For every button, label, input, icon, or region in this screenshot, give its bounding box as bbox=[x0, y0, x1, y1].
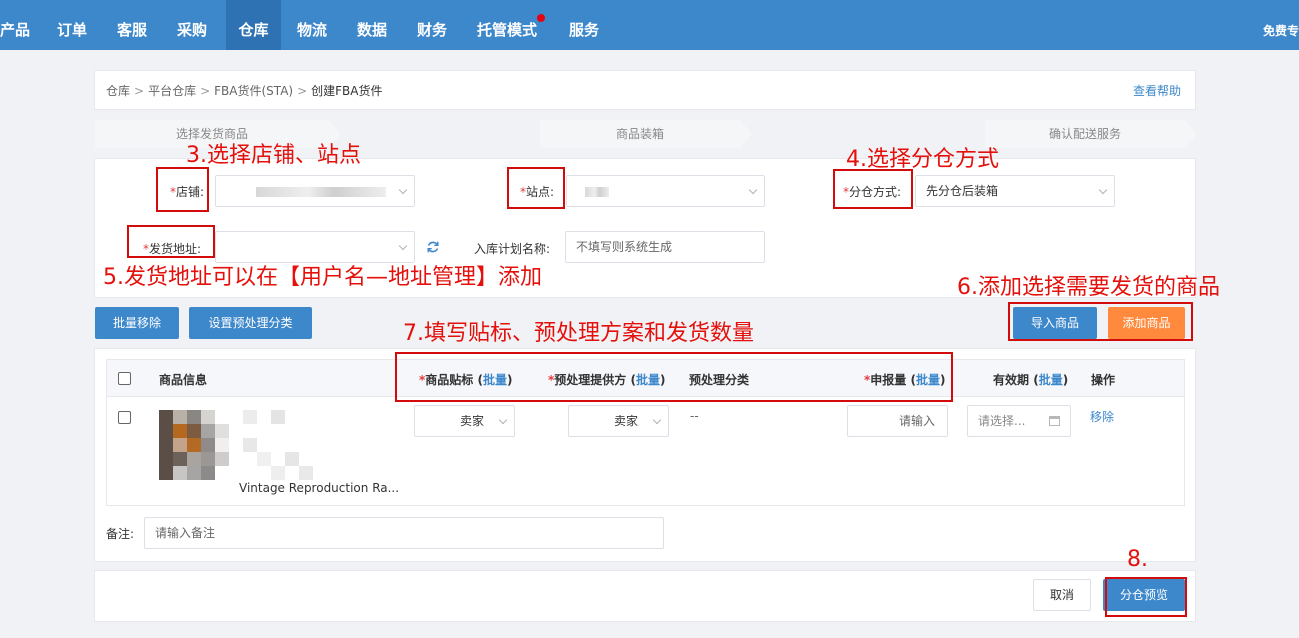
annotation-step-7: 7.填写贴标、预处理方案和发货数量 bbox=[403, 321, 754, 346]
breadcrumb: 仓库 > 平台仓库 > FBA货件(STA) > 创建FBA货件 bbox=[106, 84, 383, 98]
top-nav: 产品 订单 客服 采购 仓库 物流 数据 财务 托管模式 服务 免费专 bbox=[0, 0, 1299, 50]
blurred-store-name bbox=[256, 187, 386, 197]
refresh-icon[interactable] bbox=[426, 240, 440, 254]
split-method-value: 先分仓后装箱 bbox=[926, 184, 999, 198]
annotation-step-6: 6.添加选择需要发货的商品 bbox=[957, 275, 1220, 300]
batch-expiry-link[interactable]: 批量 bbox=[1039, 373, 1063, 387]
highlight-add-buttons bbox=[1008, 302, 1193, 341]
site-select[interactable] bbox=[566, 175, 765, 207]
expiry-date-input[interactable]: 请选择... bbox=[967, 405, 1071, 437]
highlight-table-columns bbox=[395, 352, 953, 402]
product-thumbnail bbox=[159, 410, 315, 482]
annotation-step-5: 5.发货地址可以在【用户名—地址管理】添加 bbox=[103, 265, 542, 290]
th-expiry: 有效期 (批量) bbox=[993, 373, 1069, 387]
nav-item-warehouse[interactable]: 仓库 bbox=[226, 0, 281, 50]
nav-item-hosting[interactable]: 托管模式 bbox=[477, 0, 537, 50]
split-method-select[interactable]: 先分仓后装箱 bbox=[915, 175, 1115, 207]
nav-item-service[interactable]: 客服 bbox=[117, 0, 147, 50]
annotation-step-3: 3.选择店铺、站点 bbox=[186, 143, 361, 168]
footer-panel bbox=[94, 570, 1196, 622]
step-arrow bbox=[740, 120, 752, 148]
plan-name-input[interactable]: 不填写则系统生成 bbox=[565, 231, 765, 263]
nav-item-finance[interactable]: 财务 bbox=[417, 0, 447, 50]
store-select[interactable] bbox=[215, 175, 415, 207]
cancel-button[interactable]: 取消 bbox=[1033, 579, 1091, 611]
row-checkbox[interactable] bbox=[118, 411, 131, 424]
free-trial-link[interactable]: 免费专 bbox=[1263, 0, 1299, 50]
breadcrumb-warehouse[interactable]: 仓库 bbox=[106, 84, 130, 98]
step-confirm-delivery: 确认配送服务 bbox=[985, 120, 1185, 148]
nav-item-services[interactable]: 服务 bbox=[569, 0, 599, 50]
set-prep-category-button[interactable]: 设置预处理分类 bbox=[189, 307, 312, 339]
nav-item-orders[interactable]: 订单 bbox=[57, 0, 87, 50]
remove-row-link[interactable]: 移除 bbox=[1090, 408, 1114, 425]
chevron-down-icon bbox=[1098, 185, 1108, 195]
plan-name-label: 入库计划名称: bbox=[474, 242, 551, 256]
remark-label: 备注: bbox=[106, 527, 135, 541]
notification-dot-icon bbox=[537, 14, 545, 22]
batch-remove-button[interactable]: 批量移除 bbox=[95, 307, 179, 339]
nav-item-purchase[interactable]: 采购 bbox=[177, 0, 207, 50]
th-product-info: 商品信息 bbox=[159, 373, 208, 387]
breadcrumb-platform-warehouse[interactable]: 平台仓库 bbox=[148, 84, 196, 98]
product-name: Vintage Reproduction Ra... bbox=[239, 481, 400, 495]
prep-category-value: -- bbox=[690, 409, 699, 423]
highlight-preview-button bbox=[1105, 577, 1187, 617]
calendar-icon bbox=[1049, 416, 1060, 426]
highlight-site bbox=[507, 167, 565, 209]
help-link[interactable]: 查看帮助 bbox=[1133, 82, 1181, 99]
chevron-down-icon bbox=[398, 185, 408, 195]
chevron-down-icon bbox=[398, 241, 408, 251]
chevron-down-icon bbox=[498, 415, 508, 425]
nav-item-data[interactable]: 数据 bbox=[357, 0, 387, 50]
annotation-step-8: 8. bbox=[1127, 547, 1148, 572]
highlight-address bbox=[127, 225, 215, 258]
highlight-split-method bbox=[833, 169, 913, 209]
chevron-down-icon bbox=[748, 185, 758, 195]
step-packing: 商品装箱 bbox=[540, 120, 740, 148]
step-arrow bbox=[1185, 120, 1197, 148]
breadcrumb-current: 创建FBA货件 bbox=[311, 84, 383, 98]
label-select[interactable]: 卖家 bbox=[414, 405, 515, 437]
breadcrumb-fba-shipment[interactable]: FBA货件(STA) bbox=[214, 84, 293, 98]
declared-qty-input[interactable]: 请输入 bbox=[847, 405, 948, 437]
chevron-down-icon bbox=[652, 415, 662, 425]
blurred-site-name bbox=[585, 187, 609, 197]
annotation-step-4: 4.选择分仓方式 bbox=[846, 147, 999, 172]
prep-provider-select[interactable]: 卖家 bbox=[568, 405, 669, 437]
highlight-store bbox=[156, 167, 209, 212]
nav-item-products[interactable]: 产品 bbox=[0, 0, 32, 50]
remark-input[interactable]: 请输入备注 bbox=[144, 517, 664, 549]
select-all-checkbox[interactable] bbox=[118, 372, 131, 385]
nav-item-logistics[interactable]: 物流 bbox=[297, 0, 327, 50]
th-action: 操作 bbox=[1091, 373, 1116, 387]
